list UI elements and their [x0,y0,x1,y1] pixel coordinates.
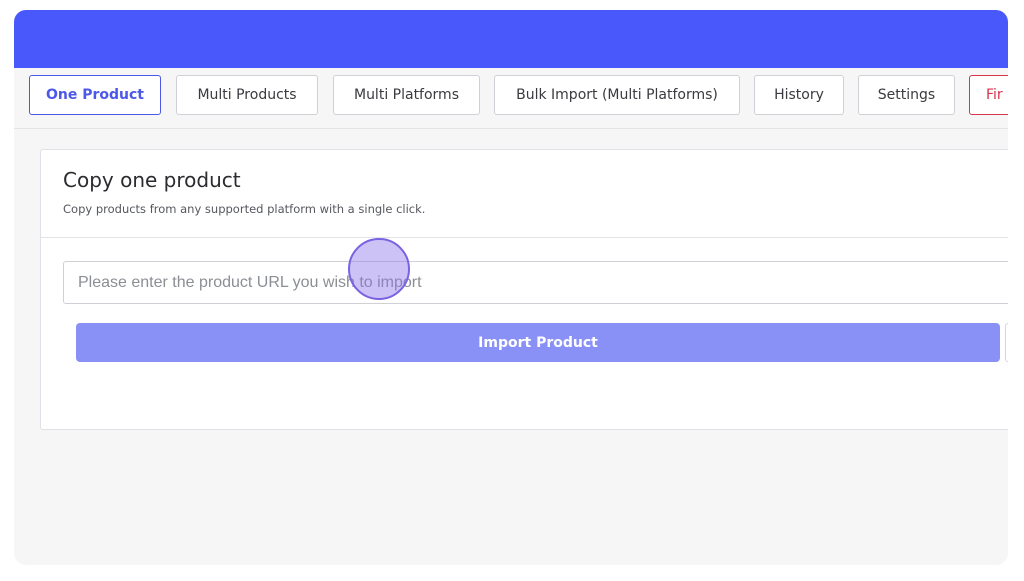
card-subtitle: Copy products from any supported platfor… [63,202,426,216]
tab-find[interactable]: Fir [969,75,1008,115]
secondary-button-edge[interactable] [1005,323,1008,362]
tab-bulk-import[interactable]: Bulk Import (Multi Platforms) [494,75,740,115]
tab-multi-products[interactable]: Multi Products [176,75,318,115]
tab-one-product[interactable]: One Product [29,75,161,115]
tab-bar: One Product Multi Products Multi Platfor… [14,68,1008,129]
top-header-bar [14,10,1008,68]
copy-product-card: Copy one product Copy products from any … [40,149,1008,430]
tab-settings[interactable]: Settings [858,75,955,115]
card-title: Copy one product [63,168,241,192]
product-url-input[interactable] [63,261,1008,304]
tab-history[interactable]: History [754,75,844,115]
import-product-button[interactable]: Import Product [76,323,1000,362]
app-frame: One Product Multi Products Multi Platfor… [14,10,1008,565]
card-divider [41,237,1008,238]
tab-multi-platforms[interactable]: Multi Platforms [333,75,480,115]
